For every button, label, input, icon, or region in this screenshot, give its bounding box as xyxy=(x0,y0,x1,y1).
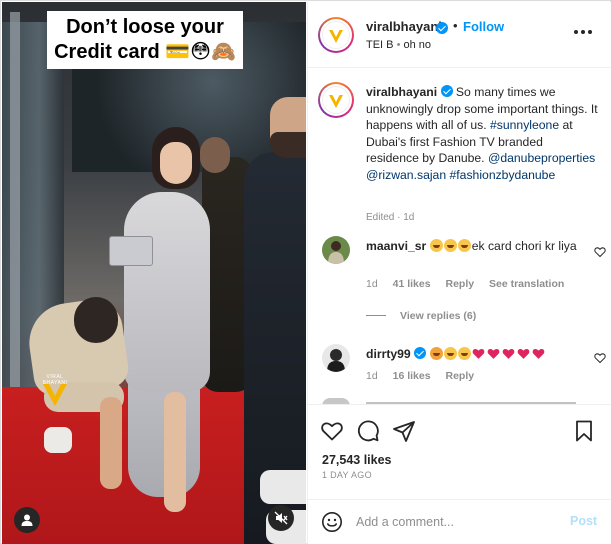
comment-time: 1d xyxy=(366,370,378,382)
verified-badge-icon xyxy=(440,85,453,97)
bookmark-icon[interactable] xyxy=(572,419,596,443)
follow-button[interactable]: Follow xyxy=(463,19,504,34)
silver-clutch xyxy=(109,236,153,266)
view-replies-label: View replies (6) xyxy=(400,310,477,322)
post-side-panel: viralbhayani • Follow TEI B • oh no vira… xyxy=(307,2,611,544)
hashtag-link[interactable]: #fashionzbydanube xyxy=(450,168,556,182)
caption-meta: Edited · 1d xyxy=(366,212,415,223)
comment-meta: 1d 41 likes Reply See translation xyxy=(366,278,576,290)
more-options-button[interactable] xyxy=(574,26,594,38)
woman-face xyxy=(160,142,192,184)
caption-avatar[interactable] xyxy=(318,82,354,118)
comment-likes[interactable]: 41 likes xyxy=(393,278,431,290)
man-right-beard xyxy=(270,132,306,158)
red-heart-emoji-icon xyxy=(472,348,484,359)
heart-outline-icon[interactable] xyxy=(594,352,606,364)
see-translation-button[interactable]: See translation xyxy=(489,278,564,290)
mention-link[interactable]: @rizwan.sajan xyxy=(366,168,446,182)
comment-text: dirrty99 xyxy=(366,346,586,362)
reply-button[interactable]: Reply xyxy=(445,278,474,290)
laughing-emoji-icon xyxy=(443,239,457,252)
laughing-emoji-icon xyxy=(457,239,471,252)
post-actions: 27,543 likes 1 DAY AGO xyxy=(308,404,611,504)
background-pole xyxy=(10,12,20,412)
watermark-logo: VIRAL BHAYANI xyxy=(38,374,72,408)
crouching-man-arm xyxy=(100,397,122,489)
tagged-users-button[interactable] xyxy=(14,507,40,533)
add-comment-bar: Post xyxy=(308,499,611,544)
mention-link[interactable]: @danubeproperties xyxy=(488,151,595,165)
heart-outline-icon[interactable] xyxy=(594,246,606,258)
comment-time: 1d xyxy=(366,278,378,290)
share-send-icon[interactable] xyxy=(392,419,416,443)
like-count[interactable]: 27,543 likes xyxy=(322,453,392,467)
comment-input[interactable] xyxy=(356,511,556,533)
v-logo-icon xyxy=(329,30,343,43)
laughing-emoji-icon xyxy=(429,239,443,252)
user-icon xyxy=(21,514,33,526)
person-background-head xyxy=(200,137,230,173)
speaker-muted-icon xyxy=(274,511,288,525)
post-video[interactable]: Don’t loose your Credit card 💳😳🙈 VIRAL B… xyxy=(2,2,306,544)
red-heart-emoji-icon xyxy=(502,348,514,359)
location-link[interactable]: TEI B xyxy=(366,39,394,51)
header-dot: • xyxy=(453,18,458,33)
post-timestamp[interactable]: 1 DAY AGO xyxy=(322,470,372,480)
profile-username[interactable]: viralbhayani xyxy=(366,19,442,34)
mute-button[interactable] xyxy=(268,505,294,531)
comment-body: ek card chori kr liya xyxy=(471,239,577,253)
header-subtitle: TEI B • oh no xyxy=(366,39,431,51)
comment-username[interactable]: dirrty99 xyxy=(366,347,411,361)
video-caption-line: Don’t loose your xyxy=(66,16,224,38)
caption-text: viralbhayani So many times we unknowingl… xyxy=(366,84,598,183)
replies-line xyxy=(366,315,386,316)
red-heart-emoji-icon xyxy=(487,348,499,359)
reply-button[interactable]: Reply xyxy=(445,370,474,382)
avatar-photo xyxy=(322,344,350,372)
woman-leg xyxy=(164,392,186,512)
more-dot-icon xyxy=(581,30,585,34)
instagram-post: Don’t loose your Credit card 💳😳🙈 VIRAL B… xyxy=(0,0,611,544)
view-replies-button[interactable]: View replies (6) xyxy=(366,310,476,322)
audio-link[interactable]: oh no xyxy=(404,39,432,51)
laughing-emoji-icon xyxy=(457,347,471,360)
comment-avatar[interactable] xyxy=(322,236,350,264)
verified-badge-icon xyxy=(414,347,427,359)
post-comment-button[interactable]: Post xyxy=(570,514,597,528)
red-heart-emoji-icon xyxy=(517,348,529,359)
crouching-man-shoe xyxy=(44,427,72,453)
praising-hands-emoji-icon xyxy=(429,347,443,360)
woman-body xyxy=(124,192,210,392)
v-logo-icon xyxy=(329,95,343,108)
laughing-emoji-icon xyxy=(443,347,457,360)
comment-username[interactable]: maanvi_sr xyxy=(366,239,426,253)
red-heart-emoji-icon xyxy=(532,348,544,359)
video-caption-line: Credit card 💳😳🙈 xyxy=(54,41,236,63)
like-heart-icon[interactable] xyxy=(320,419,344,443)
watermark-text: VIRAL BHAYANI xyxy=(42,374,68,386)
post-header: viralbhayani • Follow TEI B • oh no xyxy=(308,2,611,68)
video-caption-overlay: Don’t loose your Credit card 💳😳🙈 xyxy=(47,11,243,69)
more-dot-icon xyxy=(574,30,578,34)
comment-meta: 1d 16 likes Reply xyxy=(366,370,486,382)
profile-avatar[interactable] xyxy=(318,17,354,53)
comment-avatar[interactable] xyxy=(322,344,350,372)
caption-username[interactable]: viralbhayani xyxy=(366,85,437,99)
avatar-photo xyxy=(322,236,350,264)
sneaker xyxy=(260,470,306,504)
comment-bubble-icon[interactable] xyxy=(356,419,380,443)
verified-badge-icon xyxy=(436,22,448,34)
subtitle-separator: • xyxy=(396,39,401,51)
comments-list[interactable]: viralbhayani So many times we unknowingl… xyxy=(308,68,611,404)
comment-text: maanvi_sr ek card chori kr liya xyxy=(366,238,586,254)
hashtag-link[interactable]: #sunnyleone xyxy=(490,118,559,132)
comment-likes[interactable]: 16 likes xyxy=(393,370,431,382)
crouching-man-head xyxy=(74,297,118,343)
emoji-picker-icon[interactable] xyxy=(321,511,343,533)
more-dot-icon xyxy=(588,30,592,34)
